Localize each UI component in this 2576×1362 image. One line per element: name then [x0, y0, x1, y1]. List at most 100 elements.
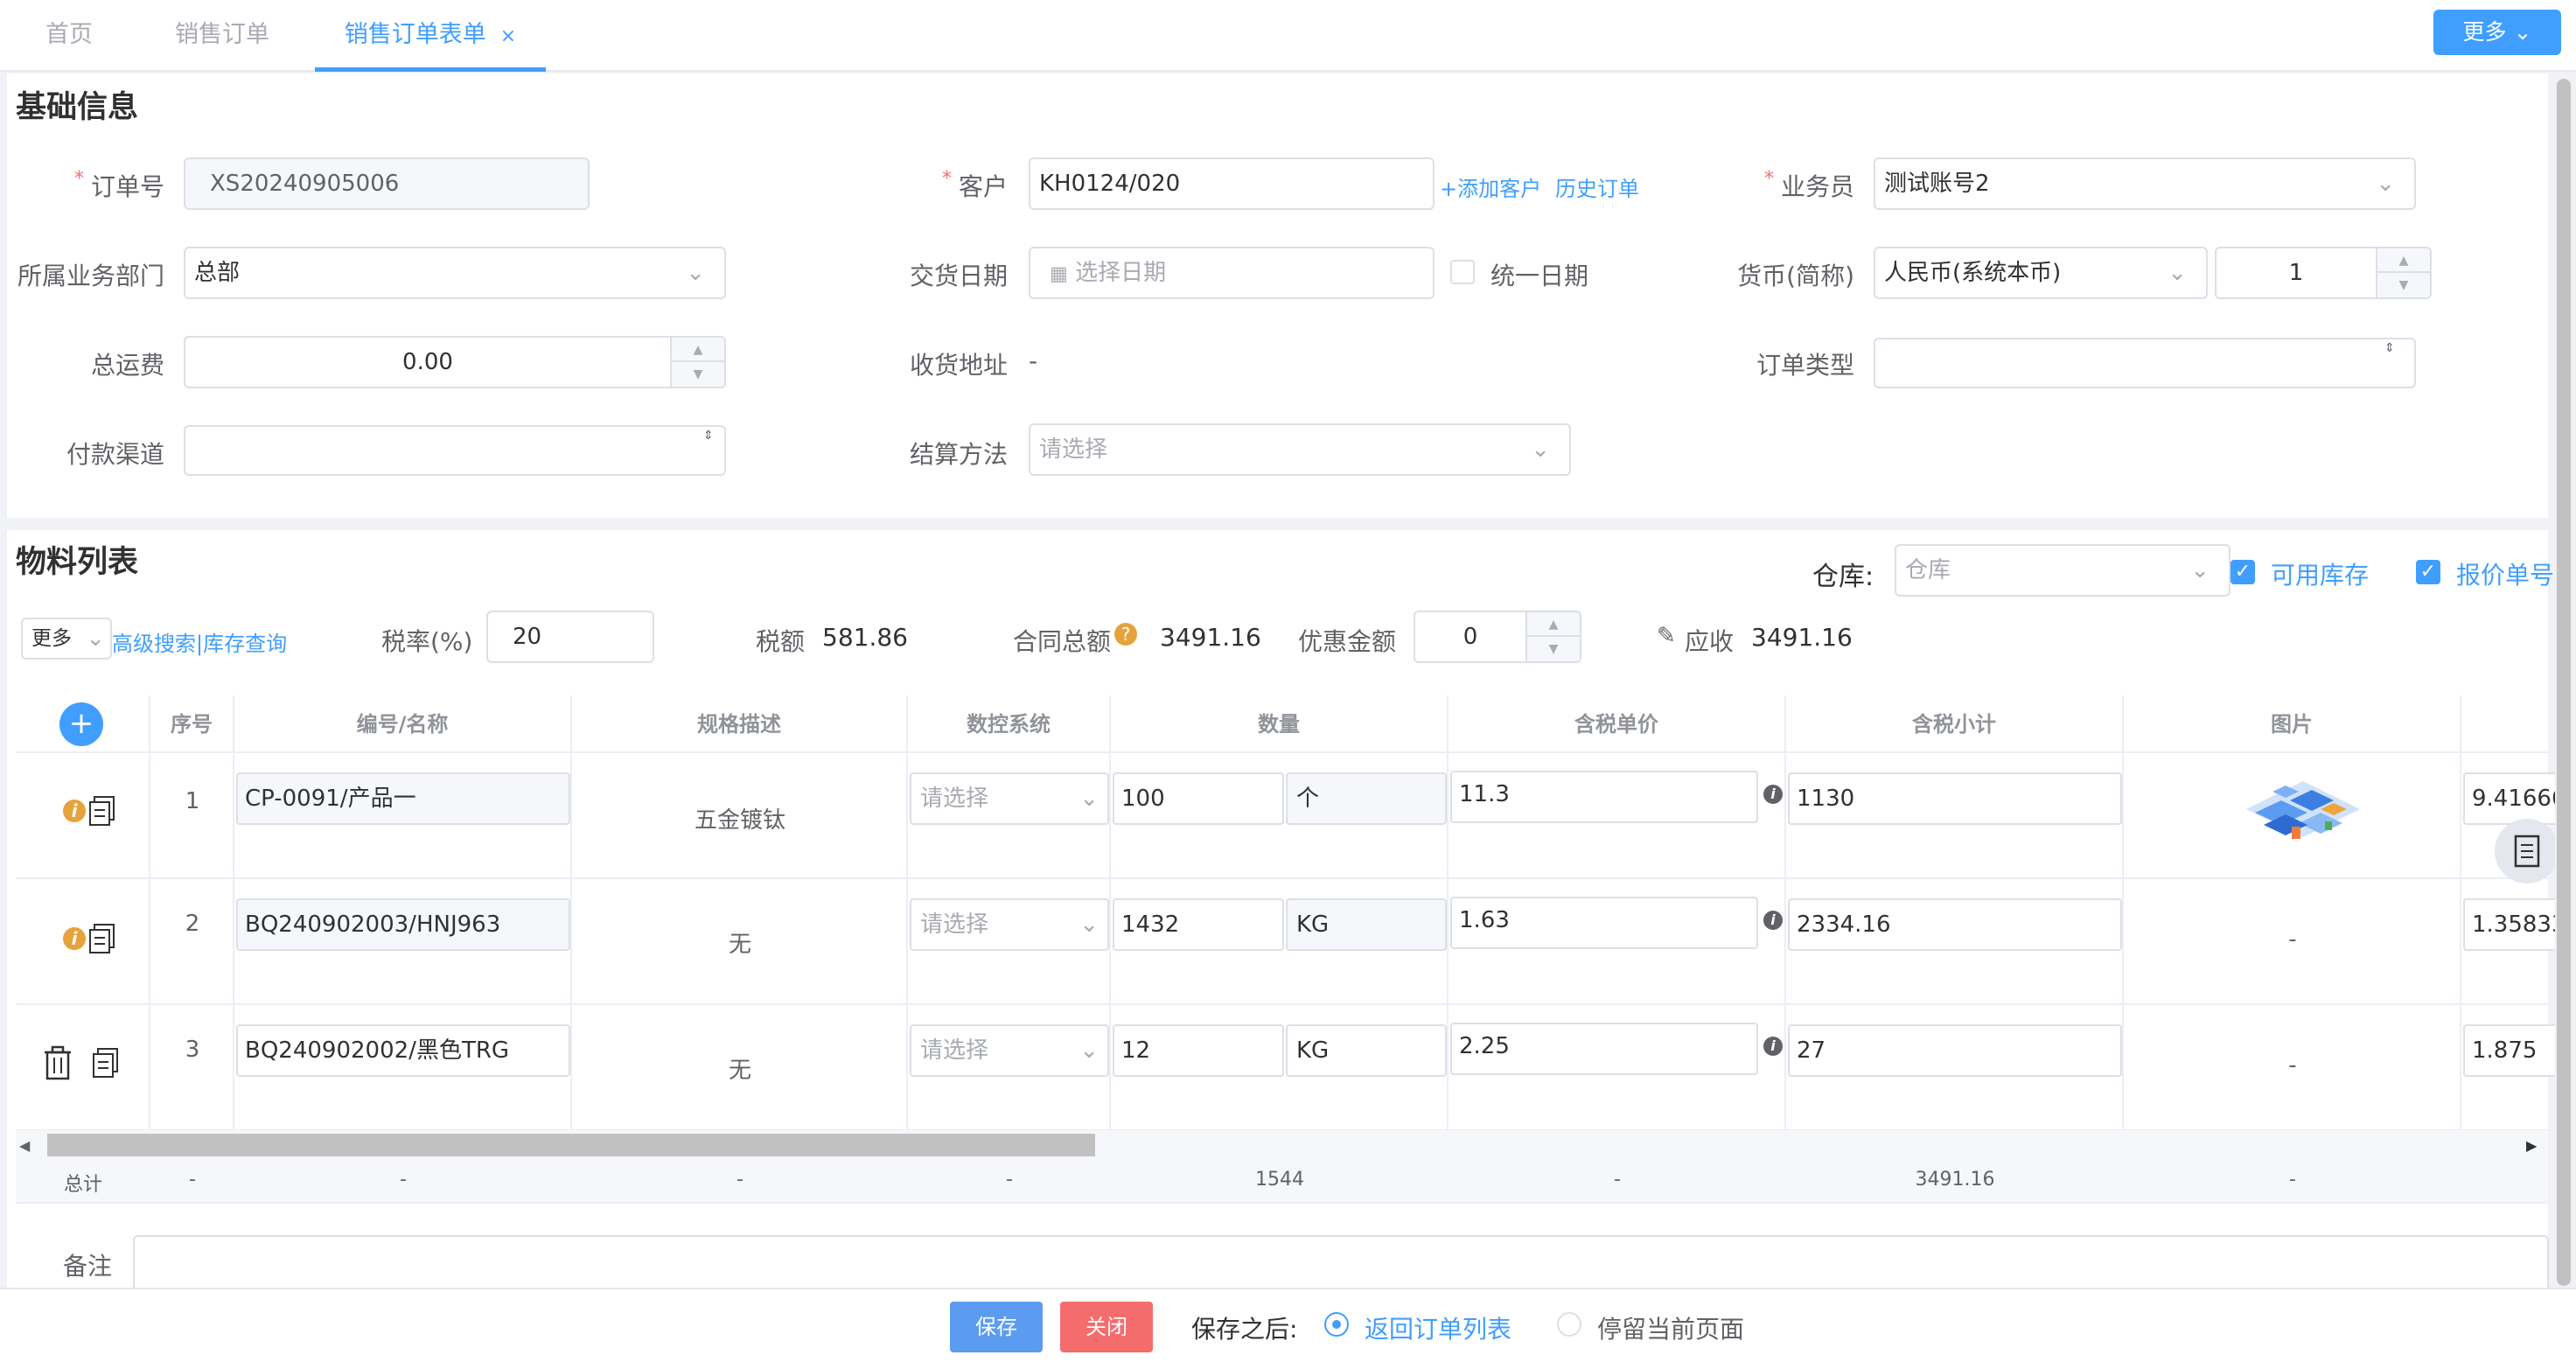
- spec-text: 无: [728, 932, 751, 958]
- resize-handle-icon[interactable]: ⇕: [2384, 341, 2395, 355]
- discount-stepper[interactable]: ▲ ▼: [1525, 612, 1580, 661]
- copy-icon[interactable]: [89, 923, 115, 954]
- stay-page-label[interactable]: 停留当前页面: [1597, 1310, 1744, 1345]
- info-icon[interactable]: i: [63, 800, 86, 822]
- return-list-radio[interactable]: [1324, 1312, 1349, 1337]
- subtotal-input[interactable]: 1130: [1788, 772, 2122, 825]
- extra-input[interactable]: 1.875: [2463, 1024, 2568, 1077]
- totals-code: -: [400, 1169, 407, 1191]
- edit-icon[interactable]: ✎: [1657, 623, 1676, 649]
- subtotal-input[interactable]: 2334.16: [1788, 898, 2122, 951]
- add-customer-link[interactable]: +添加客户: [1440, 171, 1541, 202]
- delivery-date-picker[interactable]: ▦ 选择日期: [1029, 247, 1435, 299]
- copy-icon[interactable]: [93, 1047, 119, 1079]
- unit-field[interactable]: KG: [1286, 898, 1447, 951]
- qty-input[interactable]: 12: [1113, 1024, 1284, 1077]
- delete-icon[interactable]: [42, 1045, 73, 1080]
- info-icon[interactable]: i: [1763, 785, 1783, 804]
- department-select[interactable]: 总部 ⌄: [184, 247, 726, 299]
- info-icon[interactable]: i: [1763, 1037, 1783, 1056]
- tax-rate-input[interactable]: 20: [486, 611, 654, 663]
- cnc-select[interactable]: 请选择 ⌄: [910, 898, 1109, 951]
- document-float-button[interactable]: [2495, 819, 2559, 884]
- stay-page-radio[interactable]: [1557, 1312, 1581, 1337]
- payment-channel-textarea[interactable]: [184, 425, 726, 476]
- add-row-icon[interactable]: +: [59, 702, 103, 746]
- available-stock-checkbox[interactable]: ✓: [2230, 560, 2255, 584]
- freight-stepper[interactable]: ▲ ▼: [670, 338, 724, 387]
- document-icon: [2514, 835, 2540, 868]
- warehouse-select[interactable]: 仓库 ⌄: [1895, 544, 2230, 597]
- order-no-field[interactable]: XS20240905006: [184, 157, 590, 210]
- receivable-label: 应收: [1685, 627, 1735, 656]
- exchange-rate-input[interactable]: 1 ▲ ▼: [2215, 247, 2432, 299]
- currency-select[interactable]: 人民币(系统本币) ⌄: [1874, 247, 2208, 299]
- advanced-search-link[interactable]: 高级搜索|库存查询: [112, 626, 287, 657]
- order-type-textarea[interactable]: [1874, 338, 2416, 388]
- stepper-up-icon[interactable]: ▲: [672, 338, 724, 362]
- calendar-icon: ▦: [1050, 263, 1068, 285]
- code-input[interactable]: CP-0091/产品一: [236, 772, 570, 825]
- product-image[interactable]: [2237, 774, 2369, 858]
- close-button[interactable]: 关闭: [1060, 1302, 1153, 1352]
- rate-stepper[interactable]: ▲ ▼: [2376, 248, 2430, 297]
- subtotal-input[interactable]: 27: [1788, 1024, 2122, 1077]
- scroll-left-icon[interactable]: ◀: [19, 1137, 30, 1154]
- stepper-down-icon[interactable]: ▼: [2377, 273, 2430, 297]
- price-input[interactable]: 1.63: [1450, 897, 1758, 949]
- table-row: i 1 CP-0091/产品一 五金镀钛 请选择 ⌄ 100 个 11.3 i 1…: [16, 753, 2568, 879]
- more-button[interactable]: 更多 ⌄: [2433, 10, 2561, 55]
- resize-handle-icon[interactable]: ⇕: [703, 429, 714, 443]
- more-button-label: 更多: [2462, 19, 2507, 45]
- cnc-cell: 请选择 ⌄: [908, 1005, 1111, 1131]
- qty-input[interactable]: 1432: [1113, 898, 1284, 951]
- stepper-up-icon[interactable]: ▲: [2377, 248, 2430, 273]
- question-icon[interactable]: ?: [1114, 623, 1137, 646]
- tab-sales-order-form[interactable]: 销售订单表单 ×: [315, 0, 546, 72]
- history-orders-link[interactable]: 历史订单: [1555, 171, 1639, 202]
- scroll-right-icon[interactable]: ▶: [2526, 1137, 2537, 1154]
- discount-input[interactable]: 0 ▲ ▼: [1414, 611, 1581, 663]
- col-spec: 规格描述: [572, 695, 908, 753]
- save-button[interactable]: 保存: [950, 1302, 1043, 1352]
- scrollbar-thumb[interactable]: [47, 1134, 1095, 1156]
- freight-input[interactable]: 0.00 ▲ ▼: [184, 336, 726, 388]
- order-no-label: * 订单号: [52, 168, 164, 203]
- code-input[interactable]: BQ240902003/HNJ963: [236, 898, 570, 951]
- stepper-down-icon[interactable]: ▼: [672, 362, 724, 387]
- cnc-select[interactable]: 请选择 ⌄: [910, 1024, 1109, 1077]
- stepper-up-icon[interactable]: ▲: [1527, 612, 1580, 637]
- tab-home[interactable]: 首页: [45, 0, 93, 72]
- price-input[interactable]: 2.25: [1450, 1023, 1758, 1075]
- more-actions-select[interactable]: 更多 ⌄: [21, 618, 112, 660]
- settlement-select[interactable]: 请选择 ⌄: [1029, 423, 1571, 476]
- code-input[interactable]: BQ240902002/黑色TRG: [236, 1024, 570, 1077]
- qty-input[interactable]: 100: [1113, 772, 1284, 825]
- unify-date-checkbox[interactable]: [1450, 260, 1475, 284]
- remark-textarea[interactable]: [133, 1235, 2549, 1288]
- price-input[interactable]: 11.3: [1450, 771, 1758, 823]
- salesman-select[interactable]: 测试账号2 ⌄: [1874, 157, 2416, 210]
- image-placeholder: -: [2288, 926, 2297, 953]
- extra-input[interactable]: 9.41666: [2463, 772, 2568, 825]
- qty-cell: 1432 KG: [1111, 879, 1449, 1005]
- vertical-scrollbar[interactable]: [2555, 79, 2573, 1286]
- copy-icon[interactable]: [89, 795, 115, 827]
- stepper-down-icon[interactable]: ▼: [1527, 637, 1580, 661]
- customer-field[interactable]: KH0124/020: [1029, 157, 1435, 210]
- col-unit-price: 含税单价: [1449, 695, 1786, 753]
- return-list-label[interactable]: 返回订单列表: [1365, 1310, 1511, 1345]
- vertical-scrollbar-thumb[interactable]: [2557, 79, 2571, 1286]
- extra-input[interactable]: 1.35833: [2463, 898, 2568, 951]
- tab-sales-orders[interactable]: 销售订单: [175, 0, 269, 72]
- image-cell: [2124, 753, 2461, 879]
- unit-field[interactable]: 个: [1286, 772, 1447, 825]
- info-icon[interactable]: i: [1763, 911, 1783, 930]
- horizontal-scrollbar[interactable]: ◀ ▶: [16, 1130, 2548, 1160]
- unit-field[interactable]: KG: [1286, 1024, 1447, 1077]
- close-tab-icon[interactable]: ×: [500, 25, 516, 47]
- qty-cell: 100 个: [1111, 753, 1449, 879]
- cnc-select[interactable]: 请选择 ⌄: [910, 772, 1109, 825]
- info-icon[interactable]: i: [63, 927, 86, 950]
- quote-no-checkbox[interactable]: ✓: [2416, 560, 2440, 584]
